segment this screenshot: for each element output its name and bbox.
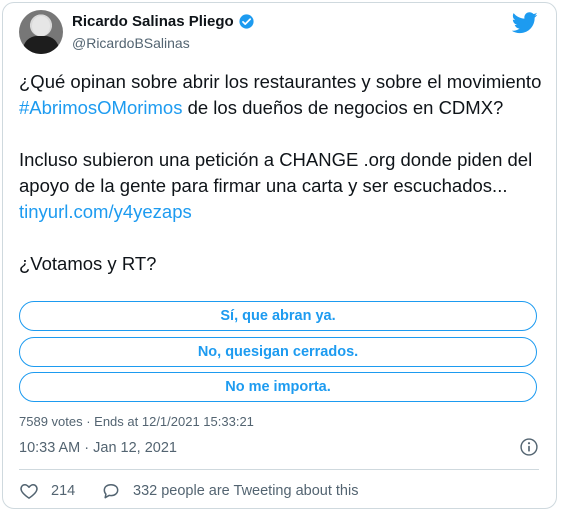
author-name[interactable]: Ricardo Salinas Pliego <box>72 13 234 30</box>
twitter-bird-icon[interactable] <box>512 12 538 34</box>
like-button[interactable]: 214 <box>19 481 75 501</box>
verified-badge-icon <box>239 14 254 29</box>
author-row[interactable]: Ricardo Salinas Pliego <box>72 13 255 30</box>
hashtag-link[interactable]: #AbrimosOMorimos <box>19 97 182 118</box>
url-link[interactable]: tinyurl.com/y4yezaps <box>19 201 192 222</box>
poll-option-2[interactable]: No, quesigan cerrados. <box>19 337 537 367</box>
info-icon[interactable] <box>519 437 539 457</box>
divider <box>19 469 539 470</box>
author-handle[interactable]: @RicardoBSalinas <box>72 35 190 51</box>
tweet-text-1a: ¿Qué opinan sobre abrir los restaurantes… <box>19 71 542 92</box>
poll-option-1[interactable]: Sí, que abran ya. <box>19 301 537 331</box>
tweet-text-1b: de los dueños de negocios en CDMX? <box>182 97 504 118</box>
poll-meta: 7589 votes · Ends at 12/1/2021 15:33:21 <box>19 414 254 429</box>
tweet-text-2: Incluso subieron una petición a CHANGE .… <box>19 149 533 196</box>
tweet-paragraph-1: ¿Qué opinan sobre abrir los restaurantes… <box>19 69 544 121</box>
tweet-body: ¿Qué opinan sobre abrir los restaurantes… <box>19 69 544 277</box>
reply-button[interactable]: 332 people are Tweeting about this <box>101 481 358 501</box>
avatar[interactable] <box>19 10 63 54</box>
heart-icon <box>20 484 38 499</box>
like-count: 214 <box>51 483 76 499</box>
poll-option-3[interactable]: No me importa. <box>19 372 537 402</box>
speech-bubble-icon <box>103 484 119 499</box>
tweet-paragraph-3: ¿Votamos y RT? <box>19 253 157 274</box>
tweet-timestamp[interactable]: 10:33 AM · Jan 12, 2021 <box>19 440 177 456</box>
tweet-paragraph-2: Incluso subieron una petición a CHANGE .… <box>19 147 544 225</box>
reply-text: 332 people are Tweeting about this <box>133 483 359 499</box>
